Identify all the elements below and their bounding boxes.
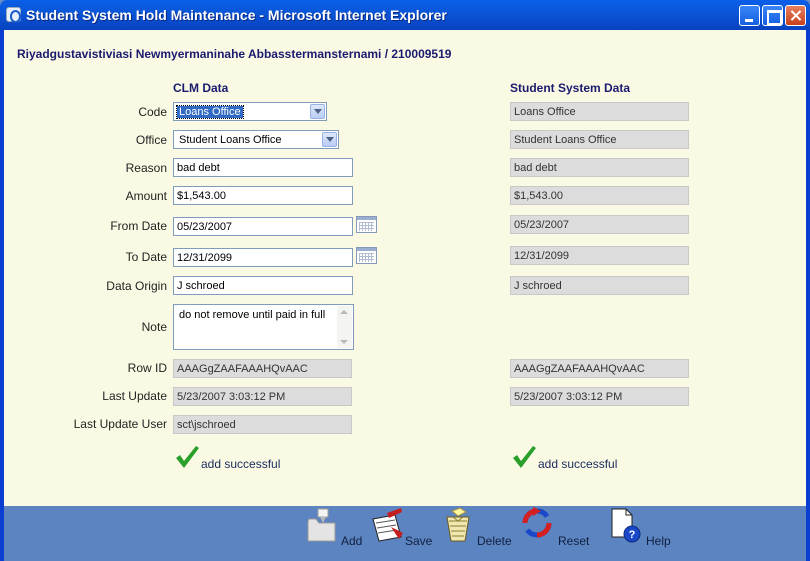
save-button[interactable]: Save: [371, 507, 435, 557]
last-update-label: Last Update: [102, 389, 167, 403]
to-date-field[interactable]: 12/31/2099: [173, 248, 353, 267]
last-update-field: 5/23/2007 3:03:12 PM: [173, 387, 352, 406]
add-label: Add: [341, 534, 363, 548]
ss-reason-field: bad debt: [510, 158, 689, 177]
close-button[interactable]: [785, 5, 806, 26]
reset-label: Reset: [558, 534, 590, 548]
note-text: do not remove until paid in full: [179, 309, 326, 321]
chevron-down-icon[interactable]: [322, 132, 337, 147]
chevron-down-icon[interactable]: [310, 104, 325, 119]
from-date-label: From Date: [110, 219, 167, 233]
row-id-label: Row ID: [127, 361, 167, 375]
checkmark-icon: [176, 446, 199, 468]
folder-add-icon: [307, 508, 336, 542]
window-title: Student System Hold Maintenance - Micros…: [26, 7, 447, 23]
reason-label: Reason: [125, 161, 167, 175]
trash-icon: [446, 507, 470, 542]
delete-button[interactable]: Delete: [443, 507, 517, 557]
calendar-icon[interactable]: [356, 216, 377, 233]
from-date-field[interactable]: 05/23/2007: [173, 217, 353, 236]
student-system-data-header: Student System Data: [510, 81, 631, 95]
data-origin-field[interactable]: J schroed: [173, 276, 353, 295]
note-label: Note: [141, 320, 167, 334]
checkmark-icon: [513, 446, 536, 468]
clm-data-header: CLM Data: [173, 81, 229, 95]
clm-status-text: add successful: [201, 457, 281, 471]
ss-code-field: Loans Office: [510, 102, 689, 121]
amount-label: Amount: [125, 189, 167, 203]
reason-field[interactable]: bad debt: [173, 158, 353, 177]
ss-amount-field: $1,543.00: [510, 186, 689, 205]
reset-button[interactable]: Reset: [521, 507, 593, 557]
code-select[interactable]: Loans Office: [173, 102, 327, 121]
to-date-label: To Date: [125, 250, 167, 264]
ss-last-update-field: 5/23/2007 3:03:12 PM: [510, 387, 689, 406]
amount-field[interactable]: $1,543.00: [173, 186, 353, 205]
svg-text:?: ?: [629, 529, 636, 541]
save-label: Save: [405, 534, 433, 548]
ss-office-field: Student Loans Office: [510, 130, 689, 149]
ss-to-date-field: 12/31/2099: [510, 246, 689, 265]
office-select[interactable]: Student Loans Office: [173, 130, 339, 149]
last-update-user-label: Last Update User: [73, 417, 167, 431]
ss-data-origin-field: J schroed: [510, 276, 689, 295]
student-heading: Riyadgustavistiviasi Newmyermaninahe Abb…: [17, 47, 452, 61]
delete-label: Delete: [477, 534, 512, 548]
minimize-button[interactable]: [739, 5, 760, 26]
ss-from-date-field: 05/23/2007: [510, 215, 689, 234]
calendar-icon[interactable]: [356, 247, 377, 264]
code-label: Code: [138, 105, 167, 119]
note-textarea[interactable]: do not remove until paid in full: [173, 304, 354, 350]
reset-icon: [522, 507, 552, 538]
row-id-field: AAAGgZAAFAAAHQvAAC: [173, 359, 352, 378]
office-select-value: Student Loans Office: [179, 134, 282, 146]
office-label: Office: [135, 133, 167, 147]
note-scrollbar[interactable]: [337, 306, 352, 348]
save-icon: [372, 508, 403, 542]
add-button[interactable]: Add: [305, 507, 367, 557]
ie-icon: [6, 7, 21, 23]
last-update-user-field: sct\jschroed: [173, 415, 352, 434]
code-select-value: Loans Office: [176, 105, 244, 119]
window-title-bar[interactable]: Student System Hold Maintenance - Micros…: [0, 0, 810, 30]
help-button[interactable]: ? Help: [610, 507, 676, 557]
maximize-button[interactable]: [762, 5, 783, 26]
data-origin-label: Data Origin: [106, 279, 167, 293]
help-icon: ?: [611, 508, 641, 543]
ss-row-id-field: AAAGgZAAFAAAHQvAAC: [510, 359, 689, 378]
help-label: Help: [646, 534, 671, 548]
ss-status-text: add successful: [538, 457, 618, 471]
